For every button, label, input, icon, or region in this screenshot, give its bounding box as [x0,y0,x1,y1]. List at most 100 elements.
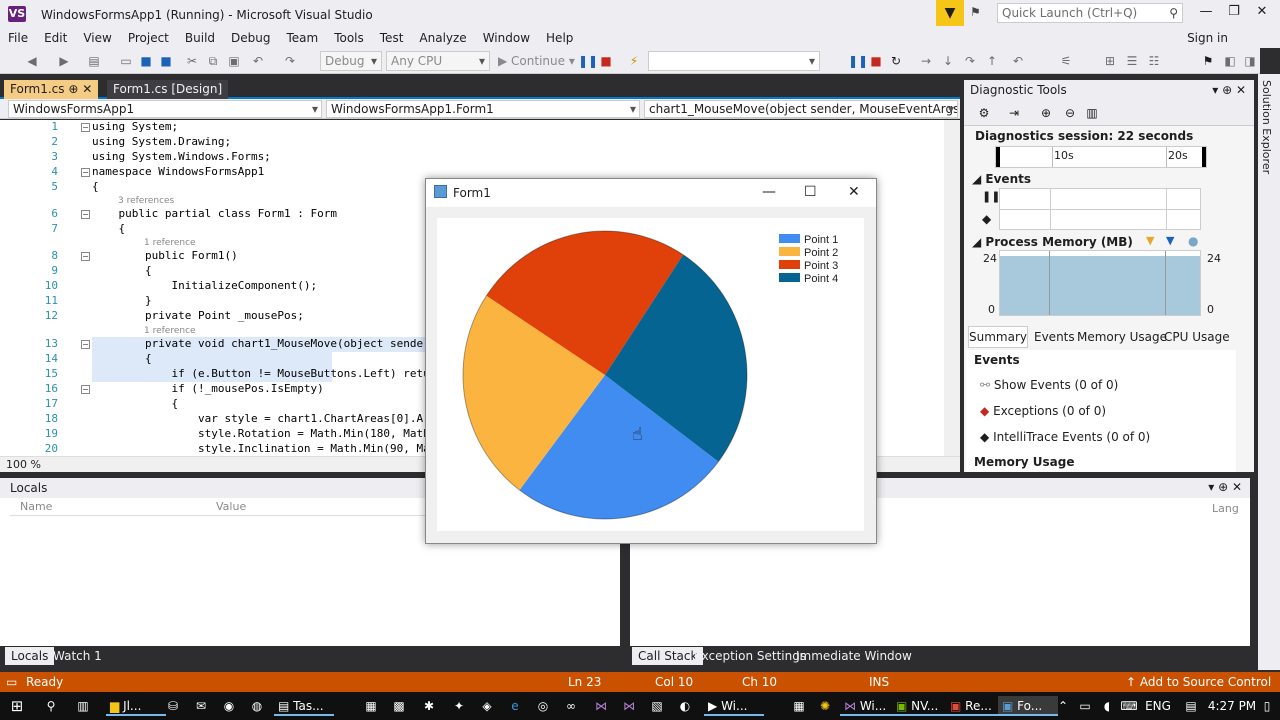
app-icon[interactable]: ✺ [814,696,836,716]
undo-icon[interactable]: ↶ [250,53,266,69]
code-lens[interactable]: 1 reference [144,326,196,336]
stop-icon[interactable]: ■ [868,53,884,69]
new-project-icon[interactable]: ▤ [86,53,102,69]
taskbar-app-window-1[interactable]: ▶ Wi... [704,696,764,716]
events-track[interactable] [999,188,1201,230]
app-icon[interactable]: ▧ [646,696,668,716]
break-all-icon[interactable]: ❚❚ [578,53,598,69]
collapse-toggle-icon[interactable]: − [81,210,90,219]
menu-debug[interactable]: Debug [223,28,278,48]
menu-team[interactable]: Team [278,28,326,48]
minimize-button[interactable]: — [1194,4,1218,22]
zoom-level[interactable]: 100 % [6,458,41,471]
code-line[interactable]: { [92,397,178,410]
network-icon[interactable]: ▭ [1074,696,1096,716]
member-dropdown[interactable]: chart1_MouseMove(object sender, MouseEve… [644,100,958,118]
project-dropdown[interactable]: WindowsFormsApp1 ▾ [8,100,322,118]
code-line[interactable]: var style = chart1.ChartAreas[0].Ar [92,412,430,425]
menu-file[interactable]: File [0,28,36,48]
code-line[interactable]: } [92,294,152,307]
collapse-toggle-icon[interactable]: − [81,385,90,394]
zoom-in-icon[interactable]: ⊕ [1038,105,1054,121]
language-bar-icon[interactable]: ⌨ [1118,696,1140,716]
step-over-icon[interactable]: ↷ [962,53,978,69]
app-icon[interactable]: ∞ [560,696,582,716]
code-lens[interactable]: 3 references [118,196,174,206]
code-line[interactable]: private Point _mousePos; [92,309,304,322]
app-icon[interactable]: ◐ [674,696,696,716]
comment-icon[interactable]: ☰ [1124,53,1140,69]
action-center-icon[interactable]: ▯ [1256,696,1278,716]
redo-icon[interactable]: ↷ [282,53,298,69]
restart-icon[interactable]: ↻ [888,53,904,69]
solution-explorer-tab[interactable]: Solution Explorer [1260,80,1273,174]
app-icon[interactable]: ✱ [418,696,440,716]
collapse-toggle-icon[interactable]: − [81,123,90,132]
reset-view-icon[interactable]: ▥ [1084,105,1100,121]
input-language[interactable]: ENG [1144,696,1172,716]
task-view-icon[interactable]: ▥ [72,696,94,716]
code-line[interactable]: if (!_mousePos.IsEmpty) [92,382,323,395]
configuration-select[interactable]: Debug ▾ [320,51,382,71]
taskbar-app-form1[interactable]: ▣ Fo... [998,696,1058,716]
step-out-icon[interactable]: ↑ [984,53,1000,69]
code-line[interactable]: if (e.Button != MouseButtons.Left) retu [92,367,429,380]
keyboard-icon[interactable]: ▤ [1180,696,1202,716]
bookmark-icon[interactable]: ⚑ [1200,53,1216,69]
copy-icon[interactable]: ⧉ [205,53,221,69]
tab-events[interactable]: Events [1034,330,1075,344]
layout-icon[interactable]: ⊞ [1102,53,1118,69]
continue-button[interactable]: ▶ Continue ▾ [498,53,575,69]
feedback-icon[interactable]: ⚑ [970,5,990,21]
code-lens[interactable]: 1 reference [144,238,196,248]
system-clock[interactable]: 4:27 PM [1206,696,1258,716]
menu-analyze[interactable]: Analyze [411,28,474,48]
show-next-statement-icon[interactable]: → [918,53,934,69]
diagnostic-icon[interactable]: ⚟ [1058,53,1074,69]
code-line[interactable]: { [92,180,99,193]
value-column-header[interactable]: Value [216,498,246,516]
search-icon[interactable]: ⚲ [40,696,62,716]
volume-icon[interactable]: ◖ [1096,696,1118,716]
code-line[interactable]: private void chart1_MouseMove(object sen… [92,337,430,350]
save-icon[interactable]: ■ [138,53,154,69]
name-column-header[interactable]: Name [20,498,52,516]
taskbar-app-task-manager[interactable]: ▤ Tas... [274,696,334,716]
quick-launch-input[interactable]: Quick Launch (Ctrl+Q) ⚲ [997,3,1183,23]
visual-studio-icon[interactable]: ⋈ [590,696,612,716]
menu-tools[interactable]: Tools [326,28,372,48]
forward-icon[interactable]: ▶ [56,53,72,69]
collapse-toggle-icon[interactable]: − [81,340,90,349]
notifications-flag-icon[interactable]: ▼ [936,0,964,26]
timeline-ruler[interactable]: 10s 20s [995,146,1207,168]
taskbar-app-window-2[interactable]: ⋈ Wi... [840,696,900,716]
undo-icon[interactable]: ↶ [1010,53,1026,69]
app-icon[interactable]: ◈ [476,696,498,716]
app-icon[interactable]: ◉ [218,696,240,716]
menu-test[interactable]: Test [372,28,412,48]
code-line[interactable]: { [92,264,152,277]
previous-bookmark-icon[interactable]: ◧ [1222,53,1238,69]
taskbar-app-window-3[interactable]: ▣ Re... [946,696,1006,716]
save-all-icon[interactable]: ■ [158,53,174,69]
collapse-toggle-icon[interactable]: − [81,168,90,177]
code-line[interactable]: namespace WindowsFormsApp1 [92,165,264,178]
hot-reload-icon[interactable]: ⚡ [626,53,642,69]
tab-summary[interactable]: Summary [968,326,1028,348]
store-icon[interactable]: ⛁ [162,696,184,716]
code-line[interactable]: { [92,222,125,235]
app-icon[interactable]: ◎ [532,696,554,716]
tab-form1-cs[interactable]: Form1.cs ⊕ ✕ [4,80,99,99]
settings-gear-icon[interactable]: ⚙ [976,105,992,121]
menu-view[interactable]: View [75,28,119,48]
code-line[interactable]: public partial class Form1 : Form [92,207,337,220]
code-line[interactable]: using System; [92,120,178,133]
calculator-icon[interactable]: ▦ [360,696,382,716]
close-icon[interactable]: ✕ [82,82,92,96]
pause-icon[interactable]: ❚❚ [848,53,868,69]
intellitrace-events-link[interactable]: ◆ IntelliTrace Events (0 of 0) [980,430,1150,444]
paste-icon[interactable]: ▣ [226,53,242,69]
open-file-icon[interactable]: ▭ [118,53,134,69]
close-icon[interactable]: ▾ ⊕ ✕ [1212,80,1246,100]
app-icon[interactable]: ✦ [448,696,470,716]
